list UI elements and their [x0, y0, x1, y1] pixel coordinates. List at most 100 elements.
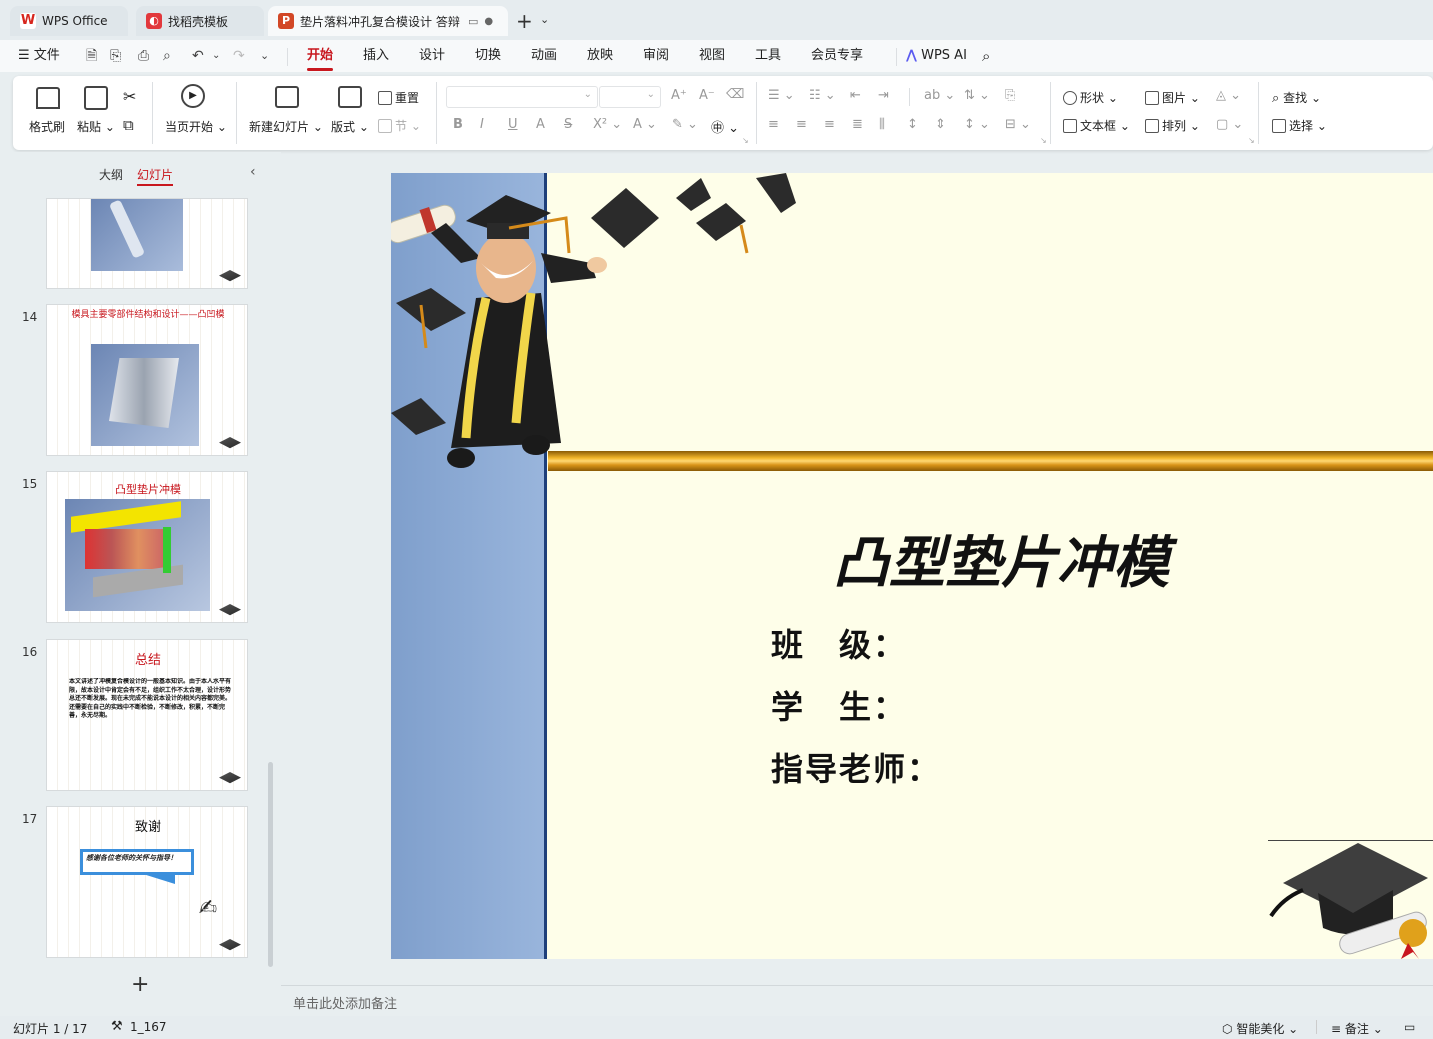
export-icon[interactable]: ⎘	[110, 46, 121, 66]
outline-tab[interactable]: 大纲	[99, 166, 123, 183]
font-family-select[interactable]: ⌄	[446, 86, 598, 108]
align-left-icon[interactable]: ≡	[768, 117, 779, 132]
menu-item-transition[interactable]: 切换	[475, 46, 501, 66]
slide-thumbnail-14[interactable]: 模具主要零部件结构和设计——凸凹模	[46, 304, 248, 456]
menu-item-member[interactable]: 会员专享	[811, 46, 863, 66]
slide-thumbnail-17[interactable]: 致谢 感谢各位老师的关怀与指导！ ✍	[46, 806, 248, 958]
menu-item-view[interactable]: 视图	[699, 46, 725, 66]
justify-icon[interactable]: ≣	[852, 117, 863, 132]
copy-icon[interactable]: ⧉	[123, 116, 134, 134]
menu-item-design[interactable]: 设计	[419, 46, 445, 66]
align-center-icon[interactable]: ≡	[796, 117, 807, 132]
text-direction-icon[interactable]: ab ⌄	[924, 88, 955, 103]
print-icon[interactable]: ⎙	[138, 46, 149, 66]
tab-list-chevron-icon[interactable]: ⌄	[540, 13, 549, 26]
undo-chevron-icon[interactable]: ⌄	[212, 46, 220, 66]
align-right-icon[interactable]: ≡	[824, 117, 835, 132]
new-slide-button[interactable]: 新建幻灯片 ⌄	[249, 118, 323, 135]
line-spacing-icon[interactable]: ↕	[907, 117, 918, 132]
slide-thumbnail-13[interactable]	[46, 198, 248, 289]
distribute-icon[interactable]: ⫼	[879, 117, 885, 132]
numbering-icon[interactable]: ☷ ⌄	[809, 88, 836, 103]
slide-thumbnail-16[interactable]: 总结 本文讲述了冲模复合模设计的一般基本知识。由于本人水平有限，故本设计中肯定会…	[46, 639, 248, 791]
sort-icon[interactable]: ⇅ ⌄	[964, 88, 990, 103]
reset-button[interactable]: 重置	[378, 89, 419, 106]
tab-wps-office[interactable]: W WPS Office	[10, 6, 128, 36]
from-current-button[interactable]: 当页开始 ⌄	[165, 118, 227, 135]
find-button[interactable]: ⌕ 查找 ⌄	[1272, 89, 1321, 106]
font-color-icon[interactable]: A ⌄	[633, 117, 657, 132]
redo-icon[interactable]: ↷	[233, 46, 245, 66]
strikethrough-icon[interactable]: S	[564, 117, 572, 132]
fill-icon[interactable]: ◬ ⌄	[1216, 88, 1241, 103]
file-menu[interactable]: ☰ 文件	[18, 46, 60, 66]
drawing-dialog-launcher-icon[interactable]: ↘	[1248, 136, 1255, 145]
underline-icon[interactable]: U	[508, 117, 518, 132]
undo-icon[interactable]: ↶	[192, 46, 204, 66]
shape-button[interactable]: 形状 ⌄	[1063, 89, 1118, 106]
superscript-icon[interactable]: X² ⌄	[593, 117, 622, 132]
phonetic-icon[interactable]: ㊥ ⌄	[711, 117, 739, 136]
notes-pane[interactable]: 单击此处添加备注	[281, 985, 1433, 1016]
menu-item-insert[interactable]: 插入	[363, 46, 389, 66]
beautify-label: 智能美化	[1236, 1022, 1285, 1036]
slides-tab[interactable]: 幻灯片	[137, 166, 174, 186]
highlight-icon[interactable]: ✎ ⌄	[672, 117, 698, 132]
font-size-select[interactable]: ⌄	[599, 86, 661, 108]
menu-item-animation[interactable]: 动画	[531, 46, 557, 66]
slide-thumbnail-15[interactable]: 凸型垫片冲模	[46, 471, 248, 623]
menu-item-home[interactable]: 开始	[307, 46, 334, 71]
font-grow-icon[interactable]: A⁺	[671, 88, 687, 103]
new-tab-plus-icon[interactable]: +	[516, 9, 533, 33]
theme-name[interactable]: 1_167	[130, 1020, 167, 1034]
paste-button[interactable]: 粘贴 ⌄	[77, 118, 115, 135]
die-part	[109, 358, 179, 428]
advisor-label[interactable]: 指导老师：	[771, 744, 941, 790]
menu-item-review[interactable]: 审阅	[643, 46, 669, 66]
shadow-text-icon[interactable]: A	[536, 117, 545, 132]
picture-button[interactable]: 图片 ⌄	[1145, 89, 1200, 106]
save-icon[interactable]: 🗎	[86, 46, 97, 66]
search-icon[interactable]: ⌕	[982, 46, 990, 66]
tab-docer[interactable]: ◐ 找稻壳模板	[136, 6, 264, 36]
layout-button[interactable]: 版式 ⌄	[331, 118, 369, 135]
paragraph-spacing-icon[interactable]: ⇕	[935, 117, 946, 132]
convert-icon[interactable]: ⎘	[1005, 88, 1015, 103]
section-button[interactable]: 节 ⌄	[378, 117, 421, 134]
select-button[interactable]: 选择 ⌄	[1272, 117, 1327, 134]
bullets-icon[interactable]: ☰ ⌄	[768, 88, 795, 103]
textbox-button[interactable]: 文本框 ⌄	[1063, 117, 1130, 134]
italic-icon[interactable]: I	[480, 117, 484, 132]
bold-icon[interactable]: B	[453, 117, 463, 132]
slide-canvas[interactable]: 凸型垫片冲模 班 级： 学 生： 指导老师：	[391, 173, 1433, 959]
clear-format-icon[interactable]: ⌫	[726, 87, 744, 102]
cut-icon[interactable]: ✂	[123, 87, 136, 106]
print-preview-icon[interactable]: ⌕	[163, 46, 171, 66]
collapse-panel-icon[interactable]: ‹	[250, 164, 256, 180]
more-chevron-icon[interactable]: ⌄	[260, 46, 269, 66]
menu-item-slideshow[interactable]: 放映	[587, 46, 613, 66]
comment-icon[interactable]: ▭	[1404, 1020, 1428, 1034]
tab-document[interactable]: P 垫片落料冲孔复合模设计 答辩 ▭ ●	[268, 6, 508, 36]
increase-indent-icon[interactable]: ⇥	[878, 88, 889, 103]
format-painter-button[interactable]: 格式刷	[29, 118, 65, 135]
screen-icon: ▭	[468, 14, 479, 28]
font-dialog-launcher-icon[interactable]: ↘	[742, 136, 749, 145]
notes-toggle-button[interactable]: ≡ 备注 ⌄	[1331, 1020, 1383, 1037]
class-label[interactable]: 班 级：	[771, 620, 907, 666]
menu-item-tools[interactable]: 工具	[755, 46, 781, 66]
outline-icon[interactable]: ▢ ⌄	[1216, 117, 1243, 132]
beautify-button[interactable]: ⬡ 智能美化 ⌄	[1222, 1020, 1298, 1037]
font-shrink-icon[interactable]: A⁻	[699, 88, 715, 103]
panel-scrollbar[interactable]	[268, 762, 273, 967]
wps-ai-button[interactable]: ⋀ WPS AI	[906, 46, 967, 66]
spacing-menu-icon[interactable]: ↕ ⌄	[964, 117, 990, 132]
add-slide-button[interactable]: +	[131, 972, 149, 997]
decrease-indent-icon[interactable]: ⇤	[850, 88, 861, 103]
paragraph-dialog-launcher-icon[interactable]: ↘	[1040, 136, 1047, 145]
die-assembly-image	[65, 499, 210, 611]
arrange-button[interactable]: 排列 ⌄	[1145, 117, 1200, 134]
text-box-align-icon[interactable]: ⊟ ⌄	[1005, 117, 1031, 132]
slide-title[interactable]: 凸型垫片冲模	[811, 518, 1191, 599]
student-label[interactable]: 学 生：	[771, 682, 907, 728]
